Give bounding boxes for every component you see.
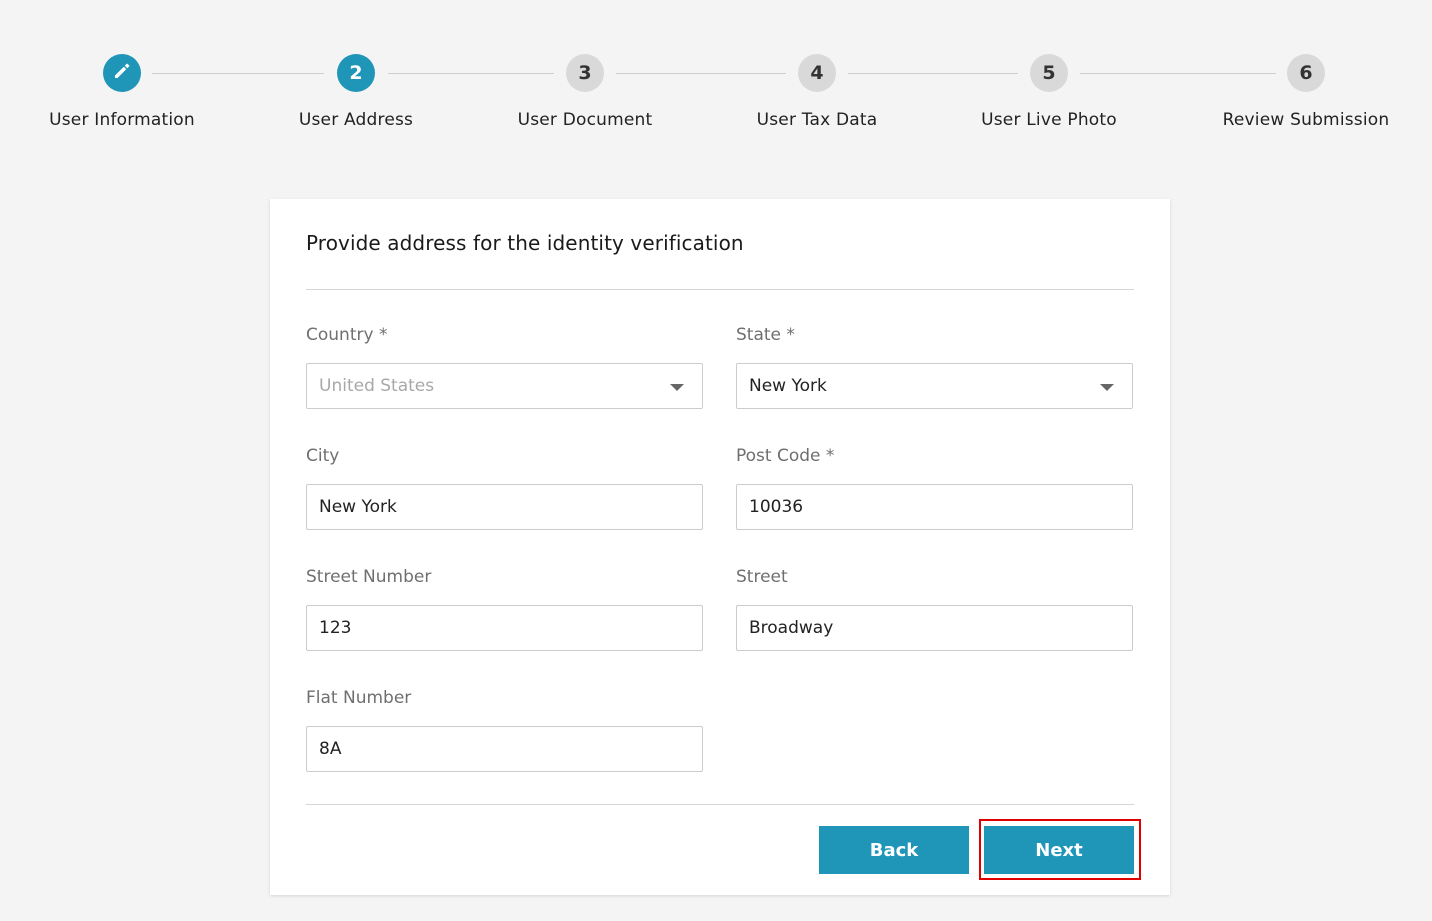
street-number-label: Street Number xyxy=(306,567,432,587)
country-select[interactable]: United States xyxy=(306,363,703,409)
divider xyxy=(306,804,1134,805)
step-circle xyxy=(103,54,141,92)
step-user-document[interactable]: 3 User Document xyxy=(475,54,695,130)
state-select[interactable]: New York xyxy=(736,363,1133,409)
step-label: Review Submission xyxy=(1222,110,1390,130)
street-number-field: Street Number 123 xyxy=(306,566,703,651)
street-number-input[interactable]: 123 xyxy=(306,605,703,651)
flat-number-field: Flat Number 8A xyxy=(306,687,703,772)
address-form-card: Provide address for the identity verific… xyxy=(270,199,1170,895)
city-field: City New York xyxy=(306,445,703,530)
state-field: State * New York xyxy=(736,324,1133,409)
flat-number-value: 8A xyxy=(319,739,342,759)
post-code-value: 10036 xyxy=(749,497,804,517)
step-user-address[interactable]: 2 User Address xyxy=(246,54,466,130)
divider xyxy=(306,289,1134,290)
flat-number-label: Flat Number xyxy=(306,688,412,708)
street-number-value: 123 xyxy=(319,618,352,638)
progress-stepper: User Information 2 User Address 3 User D… xyxy=(0,0,1432,160)
street-input[interactable]: Broadway xyxy=(736,605,1133,651)
step-user-information[interactable]: User Information xyxy=(12,54,232,130)
step-review-submission[interactable]: 6 Review Submission xyxy=(1196,54,1416,130)
flat-number-input[interactable]: 8A xyxy=(306,726,703,772)
country-value: United States xyxy=(319,376,435,396)
step-user-tax-data[interactable]: 4 User Tax Data xyxy=(707,54,927,130)
country-field: Country * United States xyxy=(306,324,703,409)
step-number: 5 xyxy=(1030,54,1068,92)
next-button-highlight xyxy=(979,819,1141,880)
city-label: City xyxy=(306,446,340,466)
city-value: New York xyxy=(319,497,397,517)
step-label: User Address xyxy=(298,110,414,130)
post-code-field: Post Code * 10036 xyxy=(736,445,1133,530)
back-button[interactable]: Back xyxy=(819,826,969,874)
street-value: Broadway xyxy=(749,618,834,638)
state-label: State * xyxy=(736,325,795,345)
post-code-label: Post Code * xyxy=(736,446,835,466)
step-number: 2 xyxy=(337,54,375,92)
step-number: 3 xyxy=(566,54,604,92)
country-label: Country * xyxy=(306,325,388,345)
chevron-down-icon xyxy=(1100,384,1114,391)
state-value: New York xyxy=(749,376,827,396)
pencil-icon xyxy=(112,61,132,86)
step-label: User Document xyxy=(517,110,653,130)
step-number: 4 xyxy=(798,54,836,92)
step-label: User Live Photo xyxy=(981,110,1117,130)
step-label: User Tax Data xyxy=(756,110,878,130)
form-title: Provide address for the identity verific… xyxy=(306,231,744,255)
street-field: Street Broadway xyxy=(736,566,1133,651)
street-label: Street xyxy=(736,567,788,587)
step-label: User Information xyxy=(49,110,195,130)
step-number: 6 xyxy=(1287,54,1325,92)
city-input[interactable]: New York xyxy=(306,484,703,530)
step-user-live-photo[interactable]: 5 User Live Photo xyxy=(939,54,1159,130)
post-code-input[interactable]: 10036 xyxy=(736,484,1133,530)
chevron-down-icon xyxy=(670,384,684,391)
